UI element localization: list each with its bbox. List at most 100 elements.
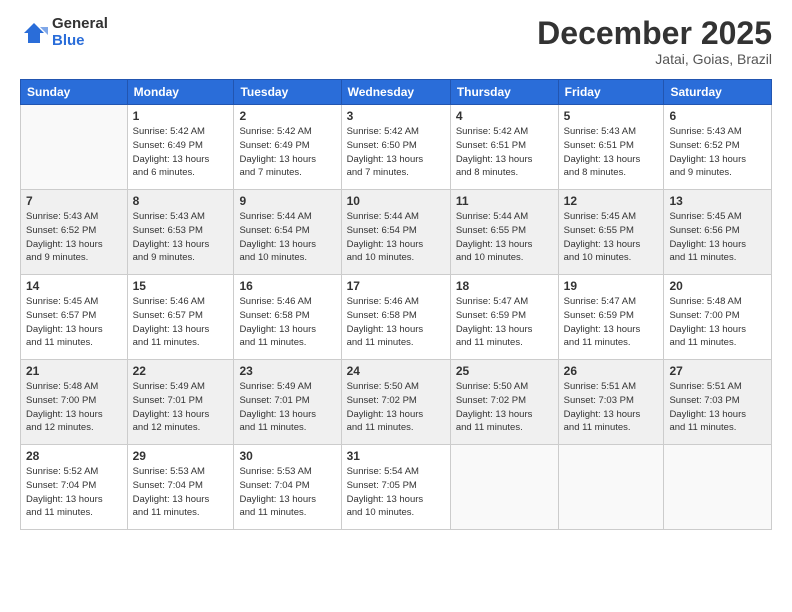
day-number: 3 [347, 109, 445, 123]
calendar-day-cell: 16Sunrise: 5:46 AM Sunset: 6:58 PM Dayli… [234, 275, 341, 360]
title-block: December 2025 Jatai, Goias, Brazil [537, 16, 772, 67]
day-info: Sunrise: 5:46 AM Sunset: 6:58 PM Dayligh… [239, 295, 335, 350]
day-info: Sunrise: 5:48 AM Sunset: 7:00 PM Dayligh… [669, 295, 766, 350]
col-sunday: Sunday [21, 80, 128, 105]
calendar-day-cell: 12 Sunrise: 5:45 AM Sunset: 6:55 PM Dayli… [558, 190, 664, 275]
day-number: 1 [133, 109, 229, 123]
day-number: 7 [26, 194, 122, 208]
day-info: Sunrise: 5:44 AM Sunset: 6:54 PM Dayligh… [239, 210, 335, 265]
calendar-week-row: 1 Sunrise: 5:42 AM Sunset: 6:49 PM Daylig… [21, 105, 772, 190]
day-number: 5 [564, 109, 659, 123]
calendar-day-cell: 6Sunrise: 5:43 AM Sunset: 6:52 PM Daylig… [664, 105, 772, 190]
month-title: December 2025 [537, 16, 772, 51]
day-info: Sunrise: 5:44 AM Sunset: 6:55 PM Dayligh… [456, 210, 553, 265]
col-monday: Monday [127, 80, 234, 105]
day-number: 8 [133, 194, 229, 208]
calendar-day-cell: 14 Sunrise: 5:45 AM Sunset: 6:57 PM Dayli… [21, 275, 128, 360]
calendar-day-cell: 26 Sunrise: 5:51 AM Sunset: 7:03 PM Dayli… [558, 360, 664, 445]
day-info: Sunrise: 5:52 AM Sunset: 7:04 PM Dayligh… [26, 465, 122, 520]
calendar-day-cell: 30 Sunrise: 5:53 AM Sunset: 7:04 PM Dayli… [234, 445, 341, 530]
day-number: 24 [347, 364, 445, 378]
col-thursday: Thursday [450, 80, 558, 105]
calendar-day-cell: 11 Sunrise: 5:44 AM Sunset: 6:55 PM Dayli… [450, 190, 558, 275]
day-number: 4 [456, 109, 553, 123]
day-number: 27 [669, 364, 766, 378]
day-number: 11 [456, 194, 553, 208]
page: General Blue December 2025 Jatai, Goias,… [0, 0, 792, 612]
day-number: 26 [564, 364, 659, 378]
day-number: 30 [239, 449, 335, 463]
day-number: 18 [456, 279, 553, 293]
logo-text: General Blue [52, 16, 108, 49]
calendar-day-cell: 7 Sunrise: 5:43 AM Sunset: 6:52 PM Daylig… [21, 190, 128, 275]
day-number: 14 [26, 279, 122, 293]
day-info: Sunrise: 5:53 AM Sunset: 7:04 PM Dayligh… [239, 465, 335, 520]
day-info: Sunrise: 5:43 AM Sunset: 6:52 PM Dayligh… [26, 210, 122, 265]
day-number: 17 [347, 279, 445, 293]
day-number: 31 [347, 449, 445, 463]
calendar-day-cell [664, 445, 772, 530]
calendar-day-cell: 22 Sunrise: 5:49 AM Sunset: 7:01 PM Dayli… [127, 360, 234, 445]
col-wednesday: Wednesday [341, 80, 450, 105]
day-info: Sunrise: 5:49 AM Sunset: 7:01 PM Dayligh… [239, 380, 335, 435]
header-row: Sunday Monday Tuesday Wednesday Thursday… [21, 80, 772, 105]
calendar-week-row: 7 Sunrise: 5:43 AM Sunset: 6:52 PM Daylig… [21, 190, 772, 275]
day-info: Sunrise: 5:44 AM Sunset: 6:54 PM Dayligh… [347, 210, 445, 265]
calendar-day-cell: 17 Sunrise: 5:46 AM Sunset: 6:58 PM Dayli… [341, 275, 450, 360]
day-number: 12 [564, 194, 659, 208]
calendar-body: 1 Sunrise: 5:42 AM Sunset: 6:49 PM Daylig… [21, 105, 772, 530]
day-number: 23 [239, 364, 335, 378]
calendar-day-cell: 2Sunrise: 5:42 AM Sunset: 6:49 PM Daylig… [234, 105, 341, 190]
calendar-day-cell: 15 Sunrise: 5:46 AM Sunset: 6:57 PM Dayli… [127, 275, 234, 360]
day-info: Sunrise: 5:45 AM Sunset: 6:56 PM Dayligh… [669, 210, 766, 265]
day-info: Sunrise: 5:45 AM Sunset: 6:55 PM Dayligh… [564, 210, 659, 265]
logo: General Blue [20, 16, 108, 49]
day-number: 19 [564, 279, 659, 293]
calendar-day-cell: 29Sunrise: 5:53 AM Sunset: 7:04 PM Dayli… [127, 445, 234, 530]
calendar-day-cell: 18 Sunrise: 5:47 AM Sunset: 6:59 PM Dayli… [450, 275, 558, 360]
day-info: Sunrise: 5:49 AM Sunset: 7:01 PM Dayligh… [133, 380, 229, 435]
calendar-day-cell [558, 445, 664, 530]
day-info: Sunrise: 5:42 AM Sunset: 6:50 PM Dayligh… [347, 125, 445, 180]
day-info: Sunrise: 5:47 AM Sunset: 6:59 PM Dayligh… [564, 295, 659, 350]
day-number: 29 [133, 449, 229, 463]
day-info: Sunrise: 5:51 AM Sunset: 7:03 PM Dayligh… [564, 380, 659, 435]
calendar-day-cell: 31 Sunrise: 5:54 AM Sunset: 7:05 PM Dayli… [341, 445, 450, 530]
logo-general-text: General [52, 16, 108, 33]
logo-icon [20, 19, 48, 47]
day-number: 22 [133, 364, 229, 378]
day-number: 15 [133, 279, 229, 293]
calendar-day-cell: 27 Sunrise: 5:51 AM Sunset: 7:03 PM Dayli… [664, 360, 772, 445]
calendar-table: Sunday Monday Tuesday Wednesday Thursday… [20, 79, 772, 530]
calendar-day-cell: 8 Sunrise: 5:43 AM Sunset: 6:53 PM Daylig… [127, 190, 234, 275]
day-info: Sunrise: 5:54 AM Sunset: 7:05 PM Dayligh… [347, 465, 445, 520]
calendar-day-cell: 10Sunrise: 5:44 AM Sunset: 6:54 PM Dayli… [341, 190, 450, 275]
calendar-day-cell: 3 Sunrise: 5:42 AM Sunset: 6:50 PM Daylig… [341, 105, 450, 190]
calendar-day-cell: 4 Sunrise: 5:42 AM Sunset: 6:51 PM Daylig… [450, 105, 558, 190]
col-friday: Friday [558, 80, 664, 105]
day-info: Sunrise: 5:43 AM Sunset: 6:53 PM Dayligh… [133, 210, 229, 265]
calendar-day-cell [21, 105, 128, 190]
calendar-day-cell [450, 445, 558, 530]
day-info: Sunrise: 5:45 AM Sunset: 6:57 PM Dayligh… [26, 295, 122, 350]
day-number: 2 [239, 109, 335, 123]
calendar-day-cell: 23 Sunrise: 5:49 AM Sunset: 7:01 PM Dayli… [234, 360, 341, 445]
calendar-day-cell: 21 Sunrise: 5:48 AM Sunset: 7:00 PM Dayli… [21, 360, 128, 445]
location: Jatai, Goias, Brazil [537, 51, 772, 67]
calendar-week-row: 21 Sunrise: 5:48 AM Sunset: 7:00 PM Dayli… [21, 360, 772, 445]
day-info: Sunrise: 5:51 AM Sunset: 7:03 PM Dayligh… [669, 380, 766, 435]
day-info: Sunrise: 5:46 AM Sunset: 6:58 PM Dayligh… [347, 295, 445, 350]
day-number: 21 [26, 364, 122, 378]
day-number: 6 [669, 109, 766, 123]
calendar-day-cell: 24Sunrise: 5:50 AM Sunset: 7:02 PM Dayli… [341, 360, 450, 445]
day-info: Sunrise: 5:46 AM Sunset: 6:57 PM Dayligh… [133, 295, 229, 350]
day-info: Sunrise: 5:47 AM Sunset: 6:59 PM Dayligh… [456, 295, 553, 350]
day-number: 9 [239, 194, 335, 208]
calendar-day-cell: 13Sunrise: 5:45 AM Sunset: 6:56 PM Dayli… [664, 190, 772, 275]
day-number: 25 [456, 364, 553, 378]
day-info: Sunrise: 5:42 AM Sunset: 6:49 PM Dayligh… [133, 125, 229, 180]
day-info: Sunrise: 5:42 AM Sunset: 6:51 PM Dayligh… [456, 125, 553, 180]
calendar-day-cell: 5Sunrise: 5:43 AM Sunset: 6:51 PM Daylig… [558, 105, 664, 190]
calendar-day-cell: 9 Sunrise: 5:44 AM Sunset: 6:54 PM Daylig… [234, 190, 341, 275]
day-info: Sunrise: 5:48 AM Sunset: 7:00 PM Dayligh… [26, 380, 122, 435]
